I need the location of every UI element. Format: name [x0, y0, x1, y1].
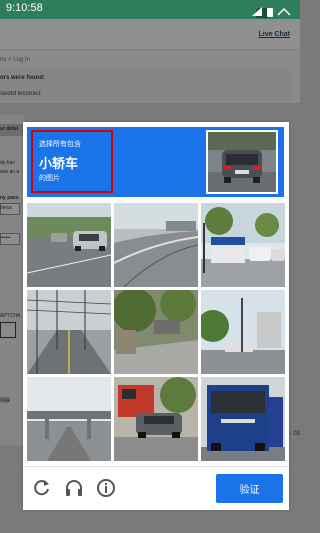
image-tile[interactable] — [27, 203, 111, 287]
captcha-header: 选择所有包含 小轿车 的图片 — [27, 127, 284, 197]
target-object-label: 小轿车 — [39, 157, 79, 172]
panel-heading: ur detai — [0, 126, 19, 132]
image-tile[interactable] — [27, 377, 111, 461]
signal-icon — [252, 7, 262, 16]
battery-icon — [267, 8, 273, 17]
login-panel: ur detai dy hav ave an a ny pass oteyx •… — [0, 115, 24, 445]
audio-icon[interactable] — [64, 478, 84, 498]
reload-icon[interactable] — [32, 478, 52, 498]
page-header: Live Chat — [0, 19, 300, 50]
image-tile[interactable] — [27, 290, 111, 374]
wifi-icon — [277, 7, 291, 16]
captcha-footer: 验证 — [23, 466, 289, 511]
captcha-label: APTCHA — [0, 313, 21, 319]
image-grid — [27, 203, 285, 461]
sample-image — [206, 130, 278, 194]
panel-text-2: ave an a — [0, 169, 20, 175]
verify-button[interactable]: 验证 — [216, 474, 283, 503]
info-icon[interactable] — [96, 478, 116, 498]
status-time: 9:10:58 — [6, 2, 43, 14]
panel-footer-text: 网联 — [0, 398, 11, 404]
password-value: •••••• — [0, 235, 11, 241]
panel-label-password: ny pass — [0, 195, 19, 201]
captcha-checkbox[interactable] — [0, 322, 16, 338]
image-tile[interactable] — [201, 203, 285, 287]
page-fragment-right: - 03 — [289, 431, 300, 437]
status-icons — [250, 3, 296, 17]
image-tile[interactable] — [201, 377, 285, 461]
instruction-line-3: 的图片 — [39, 174, 60, 182]
live-chat-link[interactable]: Live Chat — [258, 31, 290, 38]
breadcrumb-current: Log In — [13, 57, 30, 63]
breadcrumb: ns > Log In — [0, 57, 30, 63]
image-tile[interactable] — [201, 290, 285, 374]
instruction-line-1: 选择所有包含 — [39, 140, 81, 148]
image-tile[interactable] — [114, 377, 198, 461]
image-tile[interactable] — [114, 290, 198, 374]
image-tile[interactable] — [114, 203, 198, 287]
username-value: oteyx — [0, 205, 12, 211]
error-message: sword incorrect — [0, 91, 41, 97]
instruction-box: 选择所有包含 小轿车 的图片 — [31, 130, 113, 193]
panel-text-1: dy hav — [0, 160, 15, 166]
error-heading: ors were found: — [0, 75, 46, 81]
status-bar: 9:10:58 — [0, 0, 300, 19]
captcha-challenge: 选择所有包含 小轿车 的图片 验证 — [23, 122, 289, 510]
